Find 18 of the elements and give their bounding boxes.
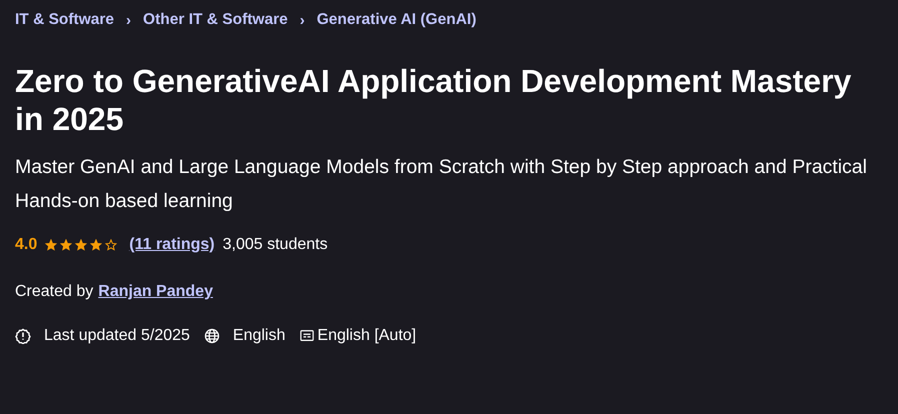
student-count: 3,005 students: [222, 236, 328, 254]
breadcrumb-link[interactable]: Other IT & Software: [143, 11, 288, 29]
captions-icon: [299, 329, 316, 343]
alert-icon: [15, 328, 31, 344]
instructor-link[interactable]: Ranjan Pandey: [98, 283, 213, 301]
course-subtitle: Master GenAI and Large Language Models from Scratch with Step by Step approach and Practical Hands-on based learning: [15, 155, 868, 214]
breadcrumb-link[interactable]: Generative AI (GenAI): [316, 11, 476, 29]
caption-language: English [Auto]: [317, 327, 416, 345]
rating-score: 4.0: [15, 236, 38, 254]
ratings-link[interactable]: (11 ratings): [129, 236, 215, 254]
last-updated: Last updated 5/2025: [44, 327, 190, 345]
created-by-label: Created by: [15, 283, 94, 301]
breadcrumb-link[interactable]: IT & Software: [15, 11, 114, 29]
chevron-icon: ›: [300, 12, 305, 28]
course-language: English: [232, 327, 286, 345]
chevron-icon: ›: [126, 12, 132, 28]
course-title: Zero to GenerativeAI Application Development Mastery in 2025: [15, 62, 852, 138]
globe-icon: [204, 328, 220, 344]
